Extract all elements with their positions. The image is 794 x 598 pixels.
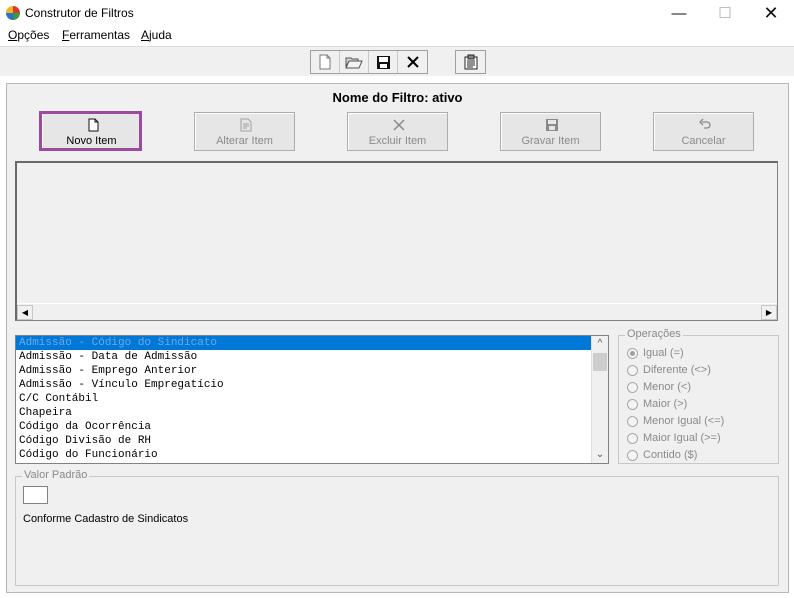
- menu-opcoes-mnemonic: O: [8, 28, 18, 42]
- edit-document-icon: [240, 118, 252, 132]
- minimize-button[interactable]: —: [656, 0, 702, 28]
- new-document-button[interactable]: [311, 51, 340, 73]
- edit-item-label: Alterar Item: [216, 135, 273, 147]
- radio-icon: [627, 449, 638, 461]
- maximize-button[interactable]: ☐: [702, 0, 748, 28]
- radio-maior-igual[interactable]: Maior Igual (>=): [627, 431, 721, 445]
- scroll-left-arrow-icon[interactable]: ◀: [17, 305, 33, 320]
- filter-panel: Nome do Filtro: ativo Novo Item Alterar …: [6, 83, 789, 593]
- radio-contido[interactable]: Contido ($): [627, 448, 697, 462]
- delete-x-icon: [406, 56, 419, 68]
- radio-diferente[interactable]: Diferente (<>): [627, 363, 711, 377]
- radio-igual[interactable]: Igual (=): [627, 346, 684, 360]
- scroll-thumb[interactable]: [593, 353, 607, 371]
- menu-opcoes[interactable]: Opções: [8, 28, 49, 42]
- scroll-right-arrow-icon[interactable]: ▶: [761, 305, 777, 320]
- cancel-label: Cancelar: [681, 135, 726, 147]
- filter-name-label: Nome do Filtro: ativo: [332, 90, 463, 105]
- field-list[interactable]: Admissão - Código do Sindicato Admissão …: [15, 335, 609, 464]
- highlight-box: [39, 111, 142, 151]
- menu-opcoes-label: pções: [17, 28, 50, 42]
- default-value-group: Valor Padrão Conforme Cadastro de Sindic…: [15, 469, 779, 586]
- menu-ajuda[interactable]: Ajuda: [141, 28, 172, 42]
- menu-ajuda-label: juda: [149, 28, 172, 42]
- list-item[interactable]: Admissão - Emprego Anterior: [16, 364, 608, 378]
- app-icon: [6, 6, 20, 20]
- radio-icon: [627, 398, 638, 410]
- menu-bar: Opções Ferramentas Ajuda: [0, 27, 794, 46]
- radio-label: Menor Igual (<=): [643, 415, 725, 427]
- save-item-button[interactable]: Gravar Item: [500, 112, 601, 151]
- filter-items-grid[interactable]: ◀ ▶: [15, 161, 778, 321]
- vertical-scrollbar[interactable]: ^ ⌄: [591, 336, 608, 463]
- radio-label: Maior (>): [643, 398, 688, 410]
- radio-label: Menor (<): [643, 381, 691, 393]
- list-item[interactable]: Admissão - Código do Sindicato: [16, 336, 608, 350]
- radio-icon: [627, 432, 638, 444]
- radio-icon: [627, 364, 638, 376]
- scroll-thumb[interactable]: [35, 305, 760, 320]
- radio-label: Maior Igual (>=): [643, 432, 721, 444]
- properties-icon: [464, 54, 477, 70]
- operations-group: Operações Igual (=) Diferente (<>) Menor…: [618, 328, 779, 464]
- toolbar: [0, 46, 794, 76]
- save-icon: [376, 55, 390, 69]
- menu-ferramentas[interactable]: Ferramentas: [62, 28, 130, 42]
- close-button[interactable]: ✕: [748, 0, 794, 28]
- properties-button[interactable]: [456, 51, 485, 73]
- menu-ferramentas-label: erramentas: [69, 28, 131, 42]
- scroll-down-arrow-icon[interactable]: ⌄: [592, 447, 608, 463]
- radio-selected-icon: [627, 347, 638, 359]
- list-item[interactable]: Chapeira: [16, 406, 608, 420]
- radio-label: Igual (=): [643, 347, 684, 359]
- toolbar-group-file: [310, 50, 428, 74]
- undo-icon: [699, 118, 711, 129]
- operations-legend: Operações: [625, 328, 683, 340]
- radio-maior[interactable]: Maior (>): [627, 397, 687, 411]
- save-item-label: Gravar Item: [521, 135, 580, 147]
- save-button[interactable]: [369, 51, 398, 73]
- delete-x-icon: [393, 119, 405, 131]
- delete-item-label: Excluir Item: [368, 135, 427, 147]
- delete-button[interactable]: [398, 51, 427, 73]
- window-title: Construtor de Filtros: [25, 6, 134, 20]
- radio-icon: [627, 415, 638, 427]
- title-bar: Construtor de Filtros — ☐ ✕: [0, 0, 794, 28]
- radio-menor-igual[interactable]: Menor Igual (<=): [627, 414, 724, 428]
- delete-item-button[interactable]: Excluir Item: [347, 112, 448, 151]
- open-folder-button[interactable]: [340, 51, 369, 73]
- default-value-input[interactable]: [23, 486, 48, 504]
- radio-label: Diferente (<>): [643, 364, 711, 376]
- new-document-icon: [319, 54, 331, 70]
- open-folder-icon: [345, 57, 363, 69]
- default-value-legend: Valor Padrão: [22, 469, 90, 481]
- list-item[interactable]: Código do Funcionário: [16, 448, 608, 462]
- toolbar-group-properties: [455, 50, 486, 74]
- list-item[interactable]: Código Divisão de RH: [16, 434, 608, 448]
- edit-item-button[interactable]: Alterar Item: [194, 112, 295, 151]
- radio-menor[interactable]: Menor (<): [627, 380, 691, 394]
- list-item[interactable]: C/C Contábil: [16, 392, 608, 406]
- menu-ajuda-mnemonic: A: [141, 28, 150, 42]
- list-item[interactable]: Admissão - Vínculo Empregatício: [16, 378, 608, 392]
- radio-label: Contido ($): [643, 449, 698, 461]
- list-item[interactable]: Admissão - Data de Admissão: [16, 350, 608, 364]
- list-item[interactable]: Código da Ocorrência: [16, 420, 608, 434]
- cancel-button[interactable]: Cancelar: [653, 112, 754, 151]
- save-icon: [546, 119, 558, 131]
- default-value-description: Conforme Cadastro de Sindicatos: [23, 513, 189, 525]
- scroll-up-arrow-icon[interactable]: ^: [592, 336, 608, 352]
- radio-icon: [627, 381, 638, 393]
- horizontal-scrollbar[interactable]: ◀ ▶: [17, 303, 777, 320]
